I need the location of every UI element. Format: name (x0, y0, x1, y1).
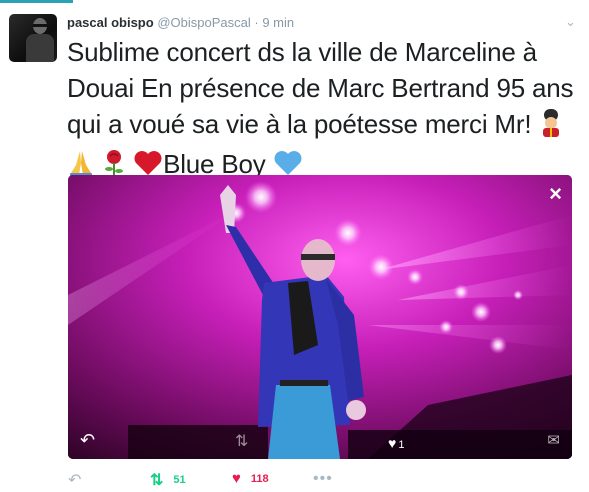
tweet-actions: ↶ ⇅ 51 ♥ 118 ••• (68, 470, 368, 490)
media-message-icon[interactable]: ✉ (547, 431, 560, 449)
like-count: 118 (250, 472, 269, 485)
media-reply-icon[interactable]: ↶ (80, 430, 95, 451)
author-name[interactable]: pascal obispo (67, 15, 154, 30)
tweet-text-body: Sublime concert ds la ville de Marceline… (67, 37, 574, 139)
avatar-figure-glasses (33, 24, 48, 27)
reply-button[interactable]: ↶ (68, 470, 81, 490)
tweet-header: pascal obispo @ObispoPascal · 9 min (67, 14, 294, 31)
media-heart-icon: ♥ (388, 435, 397, 451)
tweet-media-photo[interactable]: × ↶ ⇅ ♥ 1 ✉ (68, 175, 572, 459)
tweet-text: Sublime concert ds la ville de Marceline… (67, 34, 582, 186)
top-accent-bar (0, 0, 73, 3)
guardsman-emoji (538, 109, 564, 146)
media-like-count: 1 (398, 439, 405, 451)
heart-icon: ♥ (232, 470, 241, 487)
tweet-timestamp[interactable]: 9 min (262, 15, 294, 30)
retweet-icon: ⇅ (150, 472, 164, 489)
media-like-button[interactable]: ♥ 1 (388, 435, 404, 451)
author-handle[interactable]: @ObispoPascal (157, 15, 250, 30)
retweet-button[interactable]: ⇅ 51 (150, 470, 186, 490)
media-retweet-icon[interactable]: ⇅ (235, 431, 248, 451)
tweet-menu-chevron-icon[interactable]: ⌄ (565, 14, 576, 30)
header-separator: · (254, 15, 259, 30)
retweet-count: 51 (173, 474, 186, 486)
avatar[interactable] (9, 14, 57, 62)
more-options-icon[interactable]: ••• (313, 470, 333, 488)
close-media-icon[interactable]: × (549, 183, 562, 205)
avatar-figure-body (26, 34, 54, 62)
concert-photo (68, 175, 572, 459)
like-button[interactable]: ♥ 118 (232, 470, 269, 487)
reply-icon: ↶ (68, 472, 82, 489)
